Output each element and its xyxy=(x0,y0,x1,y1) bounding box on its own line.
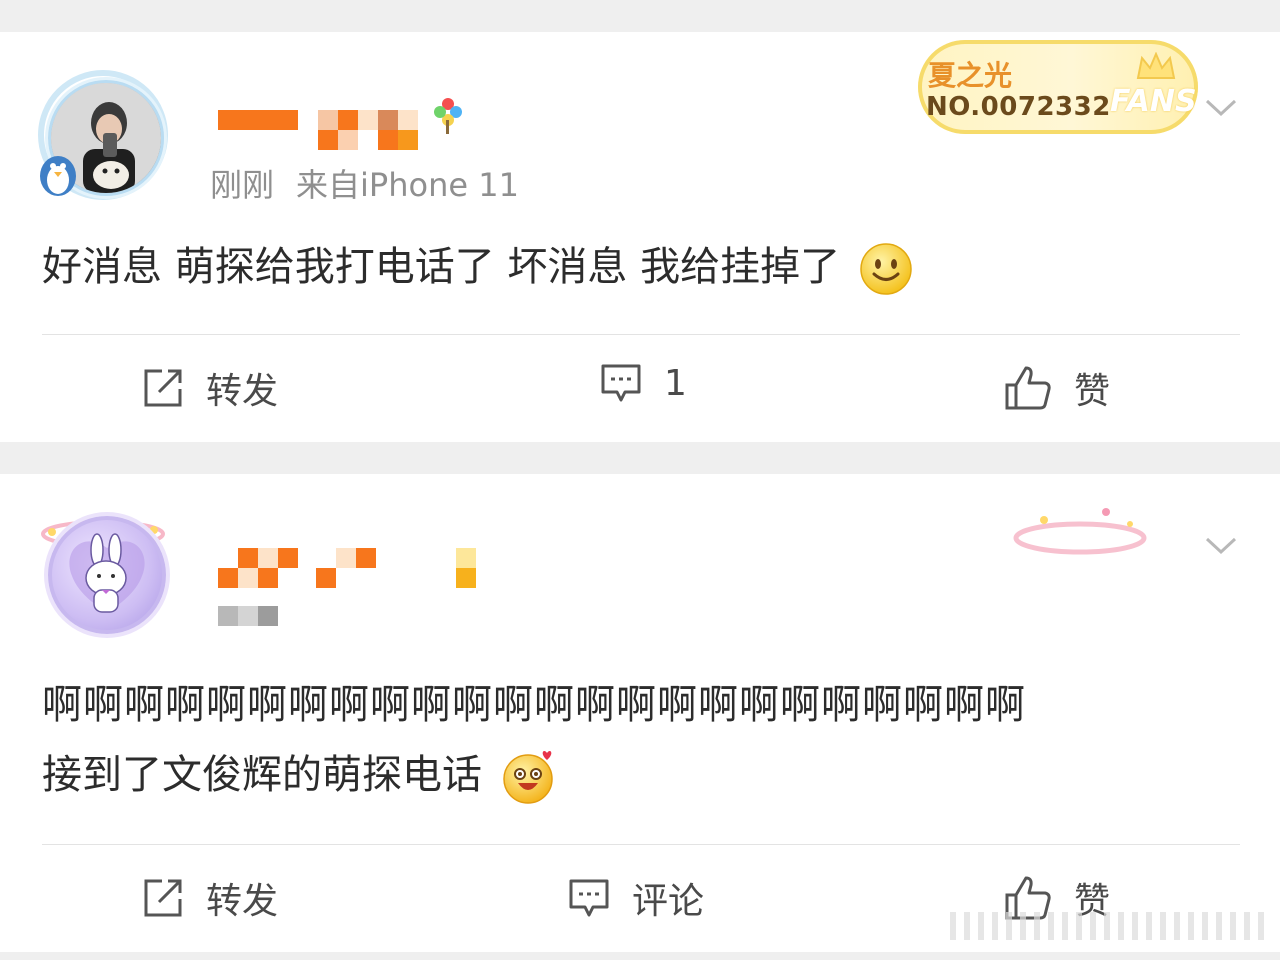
post-text: 接到了文俊辉的萌探电话 xyxy=(42,752,482,798)
like-label: 赞 xyxy=(1074,371,1111,412)
fan-badge[interactable]: 夏之光 NO.0072332 FANS xyxy=(918,40,1198,134)
post-source[interactable]: 来自iPhone 11 xyxy=(296,166,519,204)
divider xyxy=(42,334,1240,335)
comment-button[interactable]: 评论 xyxy=(568,872,704,924)
pinwheel-icon xyxy=(434,98,462,134)
bunny-avatar-icon xyxy=(69,533,145,613)
post-text-line: 啊啊啊啊啊啊啊啊啊啊啊啊啊啊啊啊啊啊啊啊啊啊啊啊 xyxy=(42,682,1026,728)
username-mosaic[interactable] xyxy=(218,548,496,588)
fan-badge-fans-label: FANS xyxy=(1110,84,1197,119)
avatar[interactable] xyxy=(36,504,170,638)
smile-emoji-icon xyxy=(860,243,912,295)
post-content: 啊啊啊啊啊啊啊啊啊啊啊啊啊啊啊啊啊啊啊啊啊啊啊啊 接到了文俊辉的萌探电话 xyxy=(42,674,1026,806)
post-meta: 刚刚 来自iPhone 11 xyxy=(210,160,519,206)
fan-badge-title: 夏之光 xyxy=(928,59,1013,92)
repost-icon xyxy=(144,879,182,917)
crown-icon xyxy=(1136,52,1176,79)
halo-decoration-icon xyxy=(1013,508,1147,555)
post-card: 啊啊啊啊啊啊啊啊啊啊啊啊啊啊啊啊啊啊啊啊啊啊啊啊 接到了文俊辉的萌探电话 转发 xyxy=(0,474,1280,952)
chevron-down-icon[interactable] xyxy=(1204,528,1238,562)
meta-mosaic xyxy=(218,606,278,626)
post-card: 刚刚 来自iPhone 11 夏之光 NO.0072332 FANS 好消息 萌探… xyxy=(0,32,1280,442)
thumbs-up-icon xyxy=(1005,366,1051,410)
comment-icon xyxy=(601,364,641,402)
repost-label: 转发 xyxy=(206,371,279,412)
comment-label: 评论 xyxy=(632,881,705,922)
repost-label: 转发 xyxy=(206,881,279,922)
comment-icon xyxy=(569,879,609,917)
chevron-down-icon[interactable] xyxy=(1204,90,1238,124)
username-mosaic[interactable] xyxy=(218,98,464,150)
avatar[interactable] xyxy=(36,68,170,202)
penguin-sticker-icon xyxy=(40,156,76,196)
comment-button[interactable]: 1 xyxy=(600,362,687,404)
repost-button[interactable]: 转发 xyxy=(142,872,278,924)
comment-count: 1 xyxy=(664,362,687,404)
post-text-line: 接到了文俊辉的萌探电话 xyxy=(42,744,1026,806)
post-text: 好消息 萌探给我打电话了 坏消息 我给挂掉了 xyxy=(42,244,841,290)
repost-icon xyxy=(144,369,182,407)
watermark xyxy=(950,912,1270,940)
divider xyxy=(42,844,1240,845)
like-button[interactable]: 赞 xyxy=(1004,362,1110,414)
repost-button[interactable]: 转发 xyxy=(142,362,278,414)
excited-emoji-icon xyxy=(502,750,553,804)
fan-badge-number: NO.0072332 xyxy=(926,92,1111,122)
post-content: 好消息 萌探给我打电话了 坏消息 我给挂掉了 xyxy=(42,236,913,298)
post-time: 刚刚 xyxy=(210,166,275,204)
